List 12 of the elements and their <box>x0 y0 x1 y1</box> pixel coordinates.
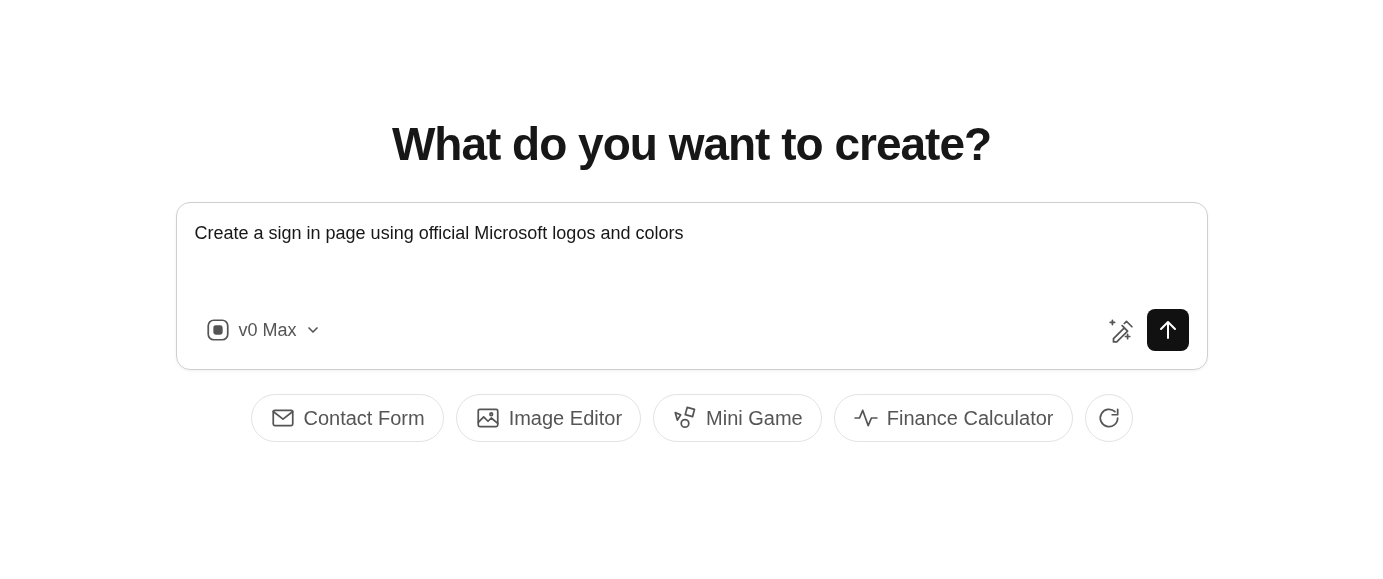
suggestion-chip[interactable]: Mini Game <box>653 394 822 442</box>
suggestion-chip[interactable]: Finance Calculator <box>833 394 1073 442</box>
suggestion-chip[interactable]: Image Editor <box>455 394 642 442</box>
suggestion-chip[interactable]: Contact Form <box>250 394 444 442</box>
image-icon <box>474 405 501 431</box>
magic-pencil-icon <box>1106 317 1133 343</box>
refresh-button[interactable] <box>1084 394 1133 442</box>
model-selector[interactable]: v0 Max <box>194 313 331 347</box>
model-icon <box>204 317 231 343</box>
page-heading: What do you want to create? <box>391 117 992 172</box>
prompt-input[interactable]: Create a sign in page using official Microsoft logos and colors v0 Max <box>175 202 1208 370</box>
send-button[interactable] <box>1146 309 1189 351</box>
